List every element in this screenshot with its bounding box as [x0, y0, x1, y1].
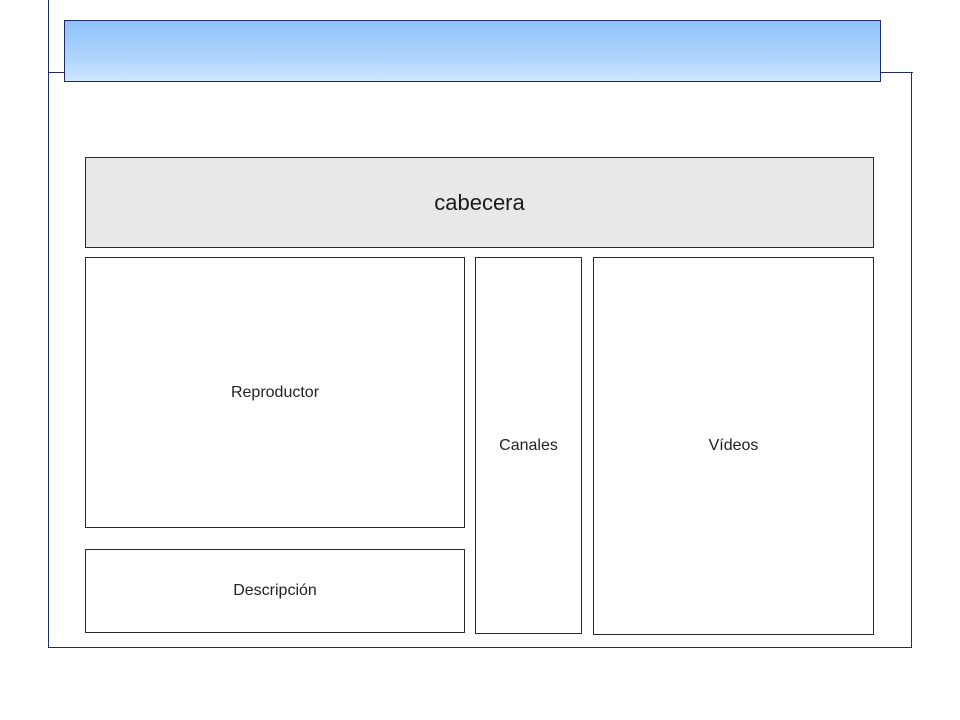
- videos-region: Vídeos: [593, 257, 874, 635]
- header-label: cabecera: [434, 189, 525, 215]
- channels-region: Canales: [475, 257, 582, 634]
- frame-top-edge-right: [880, 72, 913, 73]
- channels-label: Canales: [499, 436, 558, 454]
- header-region: cabecera: [85, 157, 874, 248]
- description-label: Descripción: [233, 582, 317, 599]
- videos-label: Vídeos: [708, 437, 759, 454]
- window-title-bar: [64, 20, 881, 82]
- frame-left-stub: [48, 0, 49, 72]
- player-region: Reproductor: [85, 257, 465, 528]
- description-region: Descripción: [85, 549, 465, 633]
- frame-top-edge-left: [48, 72, 64, 73]
- player-label: Reproductor: [230, 383, 320, 401]
